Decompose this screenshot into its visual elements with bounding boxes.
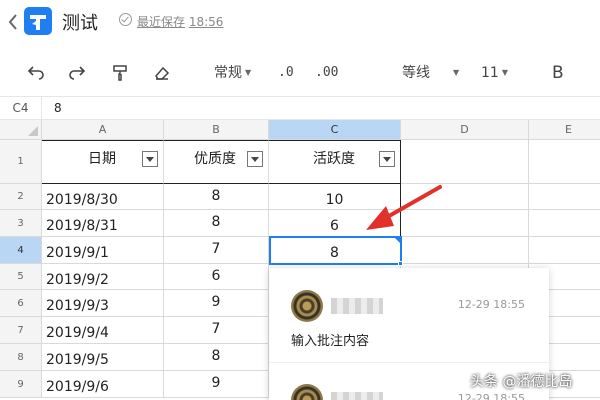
- cell-quality[interactable]: 7: [164, 317, 269, 344]
- comment-divider: [269, 362, 549, 363]
- column-header-c[interactable]: C: [269, 120, 401, 140]
- column-header-b[interactable]: B: [164, 120, 269, 140]
- chevron-down-icon: ▼: [453, 68, 460, 77]
- number-format-select[interactable]: 常规 ▼: [214, 63, 251, 83]
- undo-icon[interactable]: [26, 63, 46, 83]
- row-header-5[interactable]: 5: [0, 264, 42, 290]
- document-title[interactable]: 测试: [62, 9, 98, 35]
- cell-date[interactable]: 2019/9/3: [42, 290, 164, 317]
- commenter-avatar: [291, 384, 323, 400]
- row-header-6[interactable]: 6: [0, 290, 42, 317]
- red-arrow-annotation: [366, 185, 442, 230]
- bold-label: B: [552, 63, 564, 83]
- cell-date[interactable]: 2019/9/4: [42, 317, 164, 344]
- cell-reference-box[interactable]: C4: [0, 97, 42, 119]
- save-status: 最近保存 18:56: [137, 13, 223, 30]
- app-logo-icon: [24, 7, 52, 35]
- watermark: 头条 @潘德比岛: [470, 374, 573, 390]
- comment-time: 12-29 18:55: [457, 298, 525, 311]
- formula-bar: C4 8: [0, 96, 600, 120]
- commenter-name-blurred: [331, 392, 383, 400]
- cell-e2[interactable]: [529, 184, 600, 210]
- increase-decimal-label: .00: [315, 65, 339, 80]
- cell-quality[interactable]: 9: [164, 290, 269, 317]
- row-header-3[interactable]: 3: [0, 210, 42, 237]
- font-size-label: 11: [481, 65, 499, 81]
- row-header-8[interactable]: 8: [0, 344, 42, 371]
- filter-dropdown-icon[interactable]: [247, 151, 263, 167]
- cell-e1[interactable]: [529, 140, 600, 184]
- header-activity-text: 活跃度: [313, 151, 355, 167]
- comment-time: 12-29 18:55: [457, 392, 525, 400]
- filter-dropdown-icon[interactable]: [379, 151, 395, 167]
- comment-text[interactable]: 输入批注内容: [291, 330, 369, 349]
- header-cell-activity[interactable]: 活跃度: [269, 140, 401, 184]
- select-all-corner[interactable]: [0, 120, 42, 140]
- back-arrow-icon[interactable]: [7, 12, 21, 32]
- chevron-down-icon: ▼: [501, 68, 508, 77]
- column-header-a[interactable]: A: [42, 120, 164, 140]
- font-family-label: 等线: [402, 65, 430, 81]
- cell-quality[interactable]: 8: [164, 210, 269, 237]
- cell-date[interactable]: 2019/9/1: [42, 237, 164, 264]
- column-header-e[interactable]: E: [529, 120, 600, 140]
- saved-check-icon: [119, 13, 132, 26]
- bold-button[interactable]: B: [552, 63, 564, 83]
- column-header-d[interactable]: D: [401, 120, 529, 140]
- row-header-4[interactable]: 4: [0, 237, 42, 264]
- cell-date[interactable]: 2019/9/5: [42, 344, 164, 371]
- cell-quality[interactable]: 6: [164, 264, 269, 290]
- cell-date[interactable]: 2019/8/31: [42, 210, 164, 237]
- fill-handle[interactable]: [398, 261, 403, 266]
- header-quality-text: 优质度: [194, 151, 236, 167]
- row-header-2[interactable]: 2: [0, 184, 42, 210]
- cell-quality[interactable]: 7: [164, 237, 269, 264]
- redo-icon[interactable]: [67, 63, 87, 83]
- filter-dropdown-icon[interactable]: [142, 151, 158, 167]
- commenter-name-blurred: [331, 298, 383, 314]
- cell-quality[interactable]: 8: [164, 344, 269, 371]
- increase-decimal-button[interactable]: .00: [315, 63, 338, 83]
- eraser-icon[interactable]: [152, 63, 172, 83]
- decrease-decimal-label: .0: [278, 65, 294, 80]
- font-family-select[interactable]: 等线: [402, 63, 430, 83]
- save-status-label: 最近保存: [137, 15, 186, 29]
- cell-d1[interactable]: [401, 140, 529, 184]
- cell-date[interactable]: 2019/9/2: [42, 264, 164, 290]
- save-status-time: 18:56: [188, 15, 224, 29]
- row-header-1[interactable]: 1: [0, 140, 42, 184]
- font-family-dropdown[interactable]: ▼: [450, 63, 459, 83]
- header-cell-quality[interactable]: 优质度: [164, 140, 269, 184]
- cell-date[interactable]: 2019/8/30: [42, 184, 164, 210]
- cell-e3[interactable]: [529, 210, 600, 237]
- number-format-label: 常规: [214, 65, 242, 81]
- active-cell-selection[interactable]: [269, 236, 402, 265]
- cell-quality[interactable]: 9: [164, 371, 269, 398]
- format-painter-icon[interactable]: [110, 63, 130, 83]
- title-bar: 测试 最近保存 18:56: [0, 0, 600, 44]
- cell-e4[interactable]: [529, 237, 600, 264]
- commenter-avatar: [291, 290, 323, 322]
- cell-date[interactable]: 2019/9/6: [42, 371, 164, 398]
- row-header-9[interactable]: 9: [0, 371, 42, 398]
- toolbar: 常规 ▼ .0 .00 等线 ▼ 11 ▼ B: [0, 48, 600, 96]
- header-cell-date[interactable]: 日期: [42, 140, 164, 184]
- row-header-7[interactable]: 7: [0, 317, 42, 344]
- cell-d4[interactable]: [401, 237, 529, 264]
- chevron-down-icon: ▼: [245, 68, 252, 77]
- font-size-select[interactable]: 11 ▼: [481, 63, 508, 83]
- comment-indicator-icon[interactable]: [394, 237, 401, 244]
- header-date-text: 日期: [88, 151, 116, 167]
- formula-input[interactable]: 8: [54, 97, 62, 119]
- cell-quality[interactable]: 8: [164, 184, 269, 210]
- decrease-decimal-button[interactable]: .0: [278, 63, 294, 83]
